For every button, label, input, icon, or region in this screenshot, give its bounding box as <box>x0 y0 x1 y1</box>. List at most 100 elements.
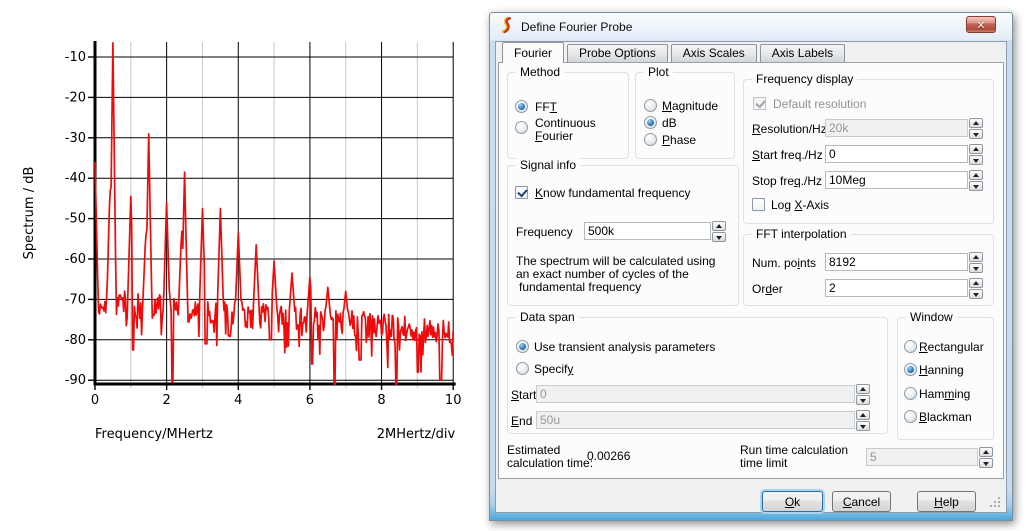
radio-fft[interactable] <box>515 100 528 113</box>
radio-hanning[interactable] <box>904 363 917 376</box>
dialog-titlebar[interactable]: Define Fourier Probe ✕ <box>490 13 1012 41</box>
spinner-up-button[interactable] <box>979 447 993 457</box>
spinner-up-button[interactable] <box>969 118 983 128</box>
svg-text:6: 6 <box>306 393 314 408</box>
svg-text:-20: -20 <box>65 90 86 105</box>
ok-button[interactable]: Ok <box>762 491 823 512</box>
fft-interpolation-group: FFT interpolation Num. points Order <box>743 227 994 306</box>
radio-phase[interactable] <box>644 133 657 146</box>
spinner-down-button[interactable] <box>712 232 726 242</box>
order-input[interactable] <box>825 279 968 297</box>
tab-bar: Fourier Probe Options Axis Scales Axis L… <box>502 42 846 63</box>
svg-text:-80: -80 <box>65 333 86 348</box>
window-group-title: Window <box>906 310 957 324</box>
tab-axis-scales[interactable]: Axis Scales <box>670 44 757 62</box>
num-points-spinner[interactable] <box>969 252 983 273</box>
start-freq-label: Start freq./Hz <box>752 148 823 162</box>
spinner-up-button[interactable] <box>969 170 983 180</box>
close-icon: ✕ <box>976 20 986 32</box>
fourier-tab-page: Method FFT Continuous Fourier Plot Magni… <box>498 62 1004 479</box>
method-group: Method FFT Continuous Fourier <box>507 65 629 159</box>
radio-specify[interactable] <box>516 362 529 375</box>
spinner-up-button[interactable] <box>712 221 726 231</box>
resolution-spinner[interactable] <box>969 118 983 139</box>
fft-interpolation-group-title: FFT interpolation <box>752 227 851 241</box>
span-end-input <box>536 411 855 429</box>
spinner-down-button[interactable] <box>856 421 870 431</box>
spinner-up-button[interactable] <box>856 410 870 420</box>
radio-magnitude-label: Magnitude <box>662 99 719 113</box>
simetrix-logo-icon <box>502 17 511 34</box>
span-start-spinner[interactable] <box>856 384 870 405</box>
frequency-label: Frequency <box>516 225 573 239</box>
svg-text:2: 2 <box>162 393 170 408</box>
resize-grip[interactable] <box>990 497 1000 507</box>
signal-info-group: Signal info Know fundamental frequency F… <box>507 158 739 306</box>
radio-continuous-fourier[interactable] <box>515 121 528 134</box>
spinner-up-button[interactable] <box>969 278 983 288</box>
help-button[interactable]: Help <box>917 491 976 512</box>
frequency-display-group-title: Frequency display <box>752 72 858 86</box>
spinner-down-button[interactable] <box>856 395 870 405</box>
stop-freq-spinner[interactable] <box>969 170 983 191</box>
plot-group: Plot Magnitude dB Phase <box>635 65 735 159</box>
spinner-down-button[interactable] <box>979 458 993 468</box>
svg-text:2MHertz/div: 2MHertz/div <box>377 427 456 442</box>
spinner-up-button[interactable] <box>969 144 983 154</box>
span-end-label: End <box>511 414 533 428</box>
radio-phase-label: Phase <box>662 133 697 147</box>
spinner-down-button[interactable] <box>969 263 983 273</box>
log-x-axis-label: Log X-Axis <box>771 198 830 212</box>
frequency-spinner[interactable] <box>712 221 726 242</box>
radio-magnitude[interactable] <box>644 99 657 112</box>
signal-info-group-title: Signal info <box>516 158 581 172</box>
svg-text:-90: -90 <box>65 373 86 388</box>
frequency-input[interactable] <box>584 222 711 240</box>
svg-text:-60: -60 <box>65 252 86 267</box>
radio-rectangular[interactable] <box>904 340 917 353</box>
radio-hamming-label: Hamming <box>919 387 971 401</box>
spinner-up-button[interactable] <box>969 252 983 262</box>
cancel-button[interactable]: Cancel <box>832 491 891 512</box>
tab-axis-labels[interactable]: Axis Labels <box>759 44 846 62</box>
start-freq-spinner[interactable] <box>969 144 983 165</box>
estimated-time-label-line2: calculation time: <box>507 456 594 470</box>
know-fundamental-checkbox[interactable] <box>515 186 528 199</box>
run-limit-label-line2: time limit <box>740 456 788 470</box>
run-limit-spinner[interactable] <box>979 447 993 468</box>
spinner-down-button[interactable] <box>969 155 983 165</box>
estimated-time-value: 0.00266 <box>587 449 631 463</box>
radio-db-label: dB <box>662 116 677 130</box>
order-label: Order <box>752 282 783 296</box>
span-start-input <box>536 385 855 403</box>
radio-hamming[interactable] <box>904 387 917 400</box>
default-resolution-label: Default resolution <box>773 97 867 111</box>
tab-probe-options[interactable]: Probe Options <box>567 44 668 62</box>
svg-text:-70: -70 <box>65 292 86 307</box>
svg-text:Spectrum / dB: Spectrum / dB <box>22 167 37 260</box>
spinner-down-button[interactable] <box>969 129 983 139</box>
run-limit-input <box>866 448 978 466</box>
radio-blackman[interactable] <box>904 410 917 423</box>
log-x-axis-checkbox[interactable] <box>752 198 765 211</box>
define-fourier-probe-dialog: Define Fourier Probe ✕ Fourier Probe Opt… <box>489 12 1013 521</box>
radio-use-transient[interactable] <box>516 340 529 353</box>
spinner-up-button[interactable] <box>856 384 870 394</box>
num-points-input[interactable] <box>825 253 968 271</box>
tab-fourier[interactable]: Fourier <box>502 42 565 63</box>
stop-freq-label: Stop freq./Hz <box>752 174 823 188</box>
default-resolution-checkbox <box>753 97 766 110</box>
close-button[interactable]: ✕ <box>966 16 996 33</box>
spinner-down-button[interactable] <box>969 181 983 191</box>
start-freq-input[interactable] <box>825 145 968 163</box>
screen: -10 -20 -30 -40 -50 -60 -70 -80 -90 0 2 4 6 8 10 Freque… <box>0 0 1032 531</box>
spectrum-chart: -10 -20 -30 -40 -50 -60 -70 -80 -90 0 2 4 6 8 10 Freque… <box>22 41 461 442</box>
spinner-down-button[interactable] <box>969 289 983 299</box>
order-spinner[interactable] <box>969 278 983 299</box>
svg-text:4: 4 <box>234 393 242 408</box>
resolution-label: Resolution/Hz <box>752 122 827 136</box>
svg-text:-40: -40 <box>65 171 86 186</box>
span-end-spinner[interactable] <box>856 410 870 431</box>
stop-freq-input[interactable] <box>825 171 968 189</box>
radio-db[interactable] <box>644 116 657 129</box>
